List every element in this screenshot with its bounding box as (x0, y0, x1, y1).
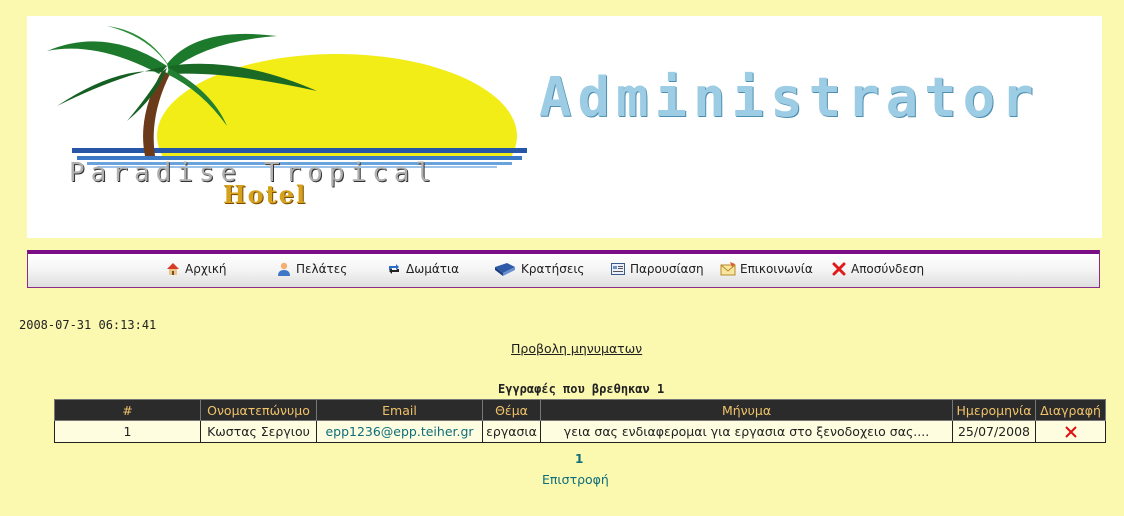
view-messages-link[interactable]: Προβολη μηνυματων (511, 341, 642, 356)
nav-item-home[interactable]: Αρχική (165, 261, 227, 277)
col-header-email: Email (316, 399, 483, 421)
col-header-delete: Διαγραφή (1035, 399, 1106, 421)
close-x-icon (832, 262, 846, 276)
nav-item-bookings[interactable]: Κρατήσεις (493, 261, 584, 277)
user-icon (278, 262, 290, 276)
mail-icon (720, 262, 736, 276)
table-row: 1 Κωστας Σεργιου epp1236@epp.teiher.gr ε… (54, 420, 1106, 443)
nav-label-rooms: Δωμάτια (406, 262, 459, 276)
refresh-arrows-icon (389, 264, 399, 274)
delete-icon[interactable] (1064, 425, 1078, 439)
pagination-page-1[interactable]: 1 (575, 452, 583, 466)
col-header-name: Ονοματεπώνυμο (200, 399, 317, 421)
nav-label-contact: Επικοινωνία (740, 262, 813, 276)
home-icon (167, 263, 179, 275)
col-header-subject: Θέμα (482, 399, 541, 421)
book-icon (495, 263, 515, 276)
presentation-icon (611, 263, 625, 275)
cell-name: Κωστας Σεργιου (200, 420, 317, 443)
records-found-count: Εγγραφές που βρεθηκαν 1 (498, 382, 665, 396)
col-header-date: Ημερομηνία (952, 399, 1036, 421)
nav-label-logout: Αποσύνδεση (851, 262, 925, 276)
nav-item-rooms[interactable]: Δωμάτια (386, 261, 459, 277)
col-header-id: # (54, 399, 201, 421)
back-link[interactable]: Επιστροφή (542, 472, 609, 487)
admin-title: Administrator (539, 66, 1040, 129)
nav-label-presentation: Παρουσίαση (630, 262, 704, 276)
messages-table: # Ονοματεπώνυμο Email Θέμα Μήνυμα Ημερομ… (54, 399, 1106, 443)
cell-delete[interactable] (1035, 420, 1106, 443)
nav-item-logout[interactable]: Αποσύνδεση (831, 261, 924, 277)
table-header-row: # Ονοματεπώνυμο Email Θέμα Μήνυμα Ημερομ… (54, 399, 1106, 421)
main-navigation: Αρχική Πελάτες Δωμάτια Κρατήσεις Παρουσί… (27, 250, 1100, 288)
nav-item-contact[interactable]: Επικοινωνία (720, 261, 813, 277)
server-timestamp: 2008-07-31 06:13:41 (19, 318, 157, 332)
col-header-message: Μήνυμα (540, 399, 953, 421)
nav-label-bookings: Κρατήσεις (521, 262, 585, 276)
nav-label-home: Αρχική (185, 262, 227, 276)
cell-email-link[interactable]: epp1236@epp.teiher.gr (316, 420, 483, 443)
logo-text-hotel: Hotel (223, 180, 308, 209)
header-banner: Paradise Tropical Hotel Administrator (27, 16, 1102, 238)
cell-message: γεια σας ενδιαφερομαι για εργασια στο ξε… (540, 420, 953, 443)
nav-item-presentation[interactable]: Παρουσίαση (610, 261, 704, 277)
nav-item-customers[interactable]: Πελάτες (276, 261, 347, 277)
cell-date: 25/07/2008 (952, 420, 1036, 443)
cell-subject: εργασια (482, 420, 541, 443)
nav-label-customers: Πελάτες (296, 262, 348, 276)
cell-id: 1 (54, 420, 201, 443)
